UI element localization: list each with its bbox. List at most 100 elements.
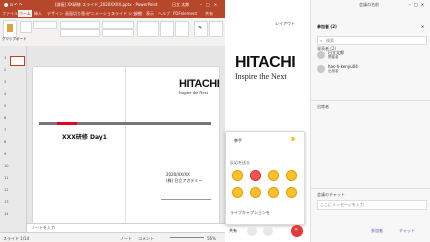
pencil-icon: ✎: [198, 26, 203, 31]
reactions-button[interactable]: [263, 226, 273, 236]
layout-dropdown[interactable]: [33, 21, 57, 29]
slide-guide-line: [125, 67, 126, 242]
tab-help[interactable]: ヘルプ: [157, 10, 171, 17]
comments-button[interactable]: コメント: [138, 236, 154, 241]
slide-heading: XXX研修 Day1: [62, 134, 107, 141]
window-controls[interactable]: –□✕: [200, 2, 221, 7]
chat-tab-button[interactable]: チャット: [399, 228, 415, 233]
laugh-icon[interactable]: [286, 170, 297, 181]
paste-button[interactable]: [3, 20, 17, 38]
tab-view[interactable]: 表示: [145, 10, 155, 17]
hang-up-button[interactable]: ✕: [291, 225, 303, 237]
live-caption-toggle[interactable]: ライブキャプションを: [230, 210, 270, 215]
font-style-buttons[interactable]: [60, 29, 100, 37]
slide-number[interactable]: 9: [4, 152, 6, 157]
tab-file[interactable]: ファイル: [1, 10, 19, 17]
participant-role: 開催者: [328, 55, 339, 59]
stage-toolbar: レイアウト: [225, 18, 310, 28]
participants-panel: 会議の名前 –□✕ 参加者 (2) ✕ ⌕ 検索 発表者 (2) 日立太郎 開催…: [310, 0, 430, 242]
slide-tagline: Inspire the Next: [179, 90, 208, 95]
slide-number[interactable]: 10: [4, 164, 8, 169]
shapes-gallery[interactable]: [137, 21, 159, 37]
new-slide-button[interactable]: [20, 21, 32, 33]
search-placeholder: 検索: [326, 38, 334, 43]
paragraph-buttons[interactable]: [102, 21, 134, 29]
slide-number[interactable]: 6: [4, 116, 6, 121]
participants-tab-button[interactable]: 参加者: [371, 228, 383, 233]
surprised-icon[interactable]: [232, 187, 243, 198]
quick-styles-button[interactable]: [175, 21, 189, 37]
participant-row[interactable]: 日立太郎 開催者: [317, 50, 425, 62]
thumbs-down-icon[interactable]: [286, 187, 297, 198]
slide-thumbnail-active[interactable]: [10, 56, 25, 66]
meeting-title: 会議の名前: [359, 2, 379, 7]
dictate-button[interactable]: [209, 21, 223, 37]
divider: [311, 100, 430, 101]
slide-number[interactable]: 2: [4, 68, 6, 73]
slide-editing-area: HITACHI Inspire the Next XXX研修 Day1 2020…: [27, 46, 225, 242]
editing-button[interactable]: ✎: [194, 21, 208, 37]
divider: [311, 188, 430, 189]
heart-icon[interactable]: [250, 170, 261, 181]
notes-pane[interactable]: ノートを入力: [27, 223, 225, 232]
slide-number[interactable]: 1: [4, 56, 6, 61]
sad-icon[interactable]: [268, 187, 279, 198]
slide-footer-line: [161, 199, 211, 200]
participant-search[interactable]: ⌕ 検索: [317, 36, 427, 45]
clipboard-icon: [7, 24, 13, 32]
slide-accent-bar: [57, 122, 77, 125]
chat-title: 会議のチャット: [317, 192, 345, 197]
more-actions-button[interactable]: [247, 226, 257, 236]
raise-hand-button[interactable]: 挙手: [234, 138, 242, 143]
thumbs-up-icon[interactable]: [232, 170, 243, 181]
participant-role: 出席者: [328, 69, 339, 73]
tab-pdfelement[interactable]: PDFelement: [172, 10, 198, 17]
slide-number[interactable]: 4: [4, 92, 6, 97]
phone-icon: ✕: [294, 228, 299, 233]
slide-presenter: (株) 日立アカデミー: [166, 178, 203, 183]
tab-home[interactable]: ホーム: [18, 10, 32, 17]
autosave-icon[interactable]: ⬤ ⊟ ↶ ↷: [4, 2, 22, 7]
chat-input[interactable]: ここにメッセージを入力: [317, 200, 427, 210]
slide-date: 2020/XX/XX: [166, 172, 190, 177]
current-slide[interactable]: HITACHI Inspire the Next XXX研修 Day1 2020…: [33, 67, 220, 242]
search-icon: ⌕: [320, 38, 323, 43]
share-button[interactable]: 共有: [229, 228, 237, 233]
notes-button[interactable]: ノート: [120, 236, 132, 241]
clap-icon[interactable]: [268, 170, 279, 181]
status-bar: スライド 1/14 ノート コメント 56%: [0, 232, 225, 242]
slide-number[interactable]: 8: [4, 140, 6, 145]
call-controls: 共有 ✕: [225, 224, 310, 238]
alignment-buttons[interactable]: [102, 29, 134, 37]
layout-button[interactable]: レイアウト: [275, 21, 295, 26]
zoom-level[interactable]: 56%: [207, 236, 216, 241]
slide-number[interactable]: 7: [4, 128, 6, 133]
window-controls[interactable]: –□✕: [409, 2, 427, 7]
shared-logo: HITACHI: [235, 54, 296, 71]
zoom-slider[interactable]: [170, 237, 204, 238]
clipboard-group-label: クリップボード: [2, 37, 27, 41]
tab-review[interactable]: 校閲: [133, 10, 143, 17]
slide-number[interactable]: 13: [4, 200, 8, 205]
font-family-dropdown[interactable]: [60, 21, 100, 29]
title-bar: ⬤ ⊟ ↶ ↷ [部長] XX研修 スライド_2020XXXX.pptx - P…: [0, 0, 225, 9]
arrange-button[interactable]: [160, 21, 174, 37]
hand-icon[interactable]: ✋: [290, 137, 296, 142]
notes-placeholder: ノートを入力: [31, 225, 55, 230]
slide-info: スライド 1/14: [3, 236, 30, 241]
slide-number[interactable]: 5: [4, 104, 6, 109]
participants-title: 参加者 (2): [317, 24, 337, 29]
slide-number[interactable]: 14: [4, 212, 8, 217]
slide-number[interactable]: 12: [4, 188, 8, 193]
tab-share[interactable]: 共有: [204, 10, 214, 17]
attendees-section: 出席者: [317, 104, 329, 109]
slide-number[interactable]: 3: [4, 80, 6, 85]
tab-insert[interactable]: 挿入: [33, 10, 43, 17]
close-icon[interactable]: ✕: [421, 24, 424, 29]
slide-number[interactable]: 11: [4, 176, 8, 181]
reactions-section-label: 反応を送る: [230, 160, 250, 165]
participant-row[interactable]: hac-h-kenyu04 出席者: [317, 64, 425, 76]
thinking-face-icon[interactable]: [250, 187, 261, 198]
user-name[interactable]: 日立 太郎: [172, 2, 189, 7]
tab-design[interactable]: デザイン: [46, 10, 64, 17]
